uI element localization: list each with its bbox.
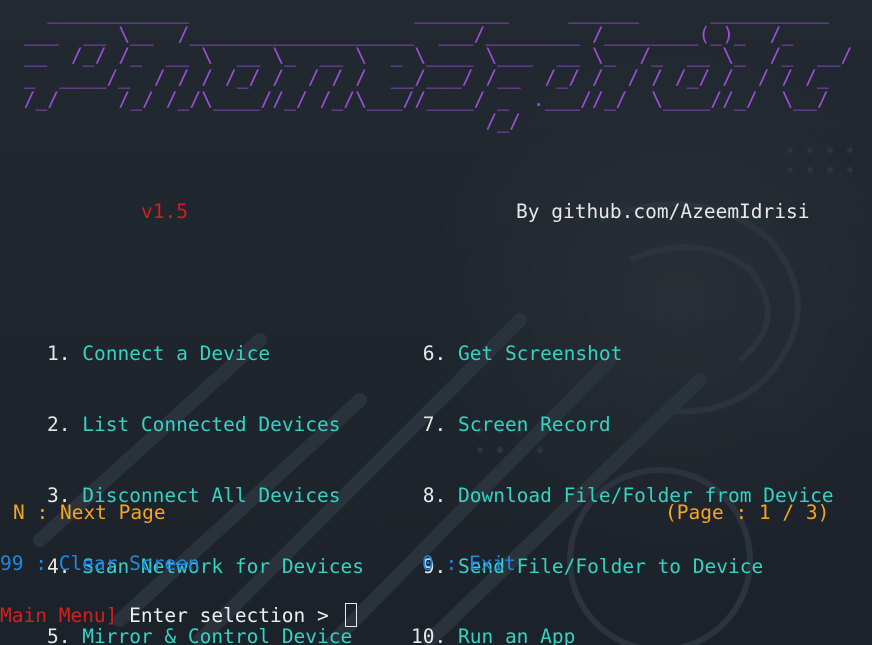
clear-screen-option: 99 : Clear Screen: [0, 552, 200, 575]
menu-item-screen-record: 7. Screen Record: [411, 412, 611, 436]
version-label: v1.5: [141, 200, 188, 223]
next-page-option: N : Next Page: [13, 501, 166, 524]
exit-option: 0 : Exit: [422, 552, 516, 575]
ascii-logo-banner: ____________ ________ ______ __________ …: [23, 1, 853, 133]
menu-column-left: 1. Connect a Device 2. List Connected De…: [47, 295, 364, 645]
author-credit: By github.com/AzeemIdrisi: [516, 200, 810, 223]
menu-item-mirror-control: 5. Mirror & Control Device: [47, 625, 353, 645]
command-prompt: Main Menu] Enter selection >: [0, 603, 357, 627]
prompt-context: Main Menu]: [0, 604, 118, 627]
menu-item-connect-device: 1. Connect a Device: [47, 342, 271, 366]
menu-column-right: 6. Get Screenshot 7. Screen Record 8. Do…: [411, 295, 834, 645]
prompt-text: Enter selection >: [129, 604, 329, 627]
text-input-cursor[interactable]: [344, 603, 357, 627]
menu-item-list-devices: 2. List Connected Devices: [47, 412, 341, 436]
page-indicator: (Page : 1 / 3): [665, 501, 830, 524]
menu-item-run-app: 10. Run an App: [411, 625, 576, 645]
menu-item-screenshot: 6. Get Screenshot: [411, 342, 623, 366]
